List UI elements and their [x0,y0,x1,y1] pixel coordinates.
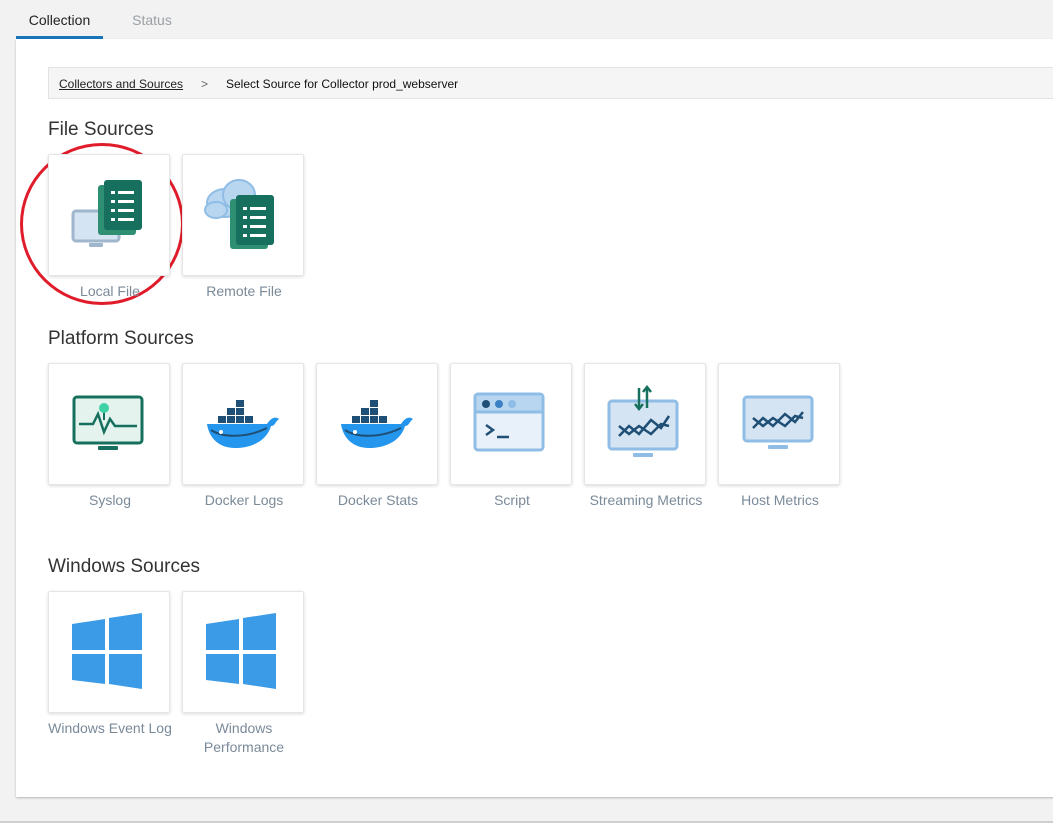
source-tile-syslog[interactable]: Syslog [48,363,170,508]
breadcrumb: Collectors and Sources > Select Source f… [48,67,1053,99]
platform-sources-title: Platform Sources [48,328,194,349]
source-label: Script [494,492,530,508]
breadcrumb-current: Select Source for Collector prod_webserv… [226,77,459,91]
source-label: Docker Logs [204,492,284,508]
source-label: Host Metrics [741,492,819,508]
source-label: Streaming Metrics [589,492,703,508]
syslog-icon [72,395,144,450]
source-tile-remote-file[interactable]: Remote File [182,154,304,299]
source-tile-docker-stats[interactable]: Docker Stats [316,363,438,508]
windows-event-log-icon [72,613,142,689]
source-tile-host-metrics[interactable]: Host Metrics [718,363,840,508]
docker-stats-icon [341,400,413,448]
windows-performance-icon [206,613,276,689]
source-tile-streaming-metrics[interactable]: Streaming Metrics [584,363,706,508]
file-sources-title: File Sources [48,119,154,140]
source-tile-script[interactable]: Script [450,363,572,508]
source-tile-docker-logs[interactable]: Docker Logs [182,363,304,508]
tab-bar: Collection Status [0,0,1053,39]
source-label: Syslog [88,492,132,508]
source-tile-windows-event-log[interactable]: Windows Event Log [48,591,172,736]
windows-sources-title: Windows Sources [48,556,201,577]
streaming-metrics-icon [607,384,679,457]
source-tile-local-file[interactable]: Local File [48,154,170,299]
remote-file-icon [204,179,274,249]
breadcrumb-separator: > [201,77,209,91]
script-icon [473,392,545,452]
source-label: Windows Event Log [48,720,172,736]
tab-collection[interactable]: Collection [16,0,103,39]
host-metrics-icon [742,395,814,449]
breadcrumb-link-collectors[interactable]: Collectors and Sources [59,68,183,100]
main-panel: Collectors and Sources > Select Source f… [16,39,1053,797]
source-label: Remote File [206,283,282,299]
source-tile-windows-performance[interactable]: Windows Performance [182,591,304,755]
docker-logs-icon [207,400,279,448]
source-label: Windows Performance [203,720,285,755]
source-label: Docker Stats [337,492,419,508]
tab-status[interactable]: Status [115,0,189,38]
source-label: Local File [80,283,140,299]
local-file-icon [71,180,142,247]
